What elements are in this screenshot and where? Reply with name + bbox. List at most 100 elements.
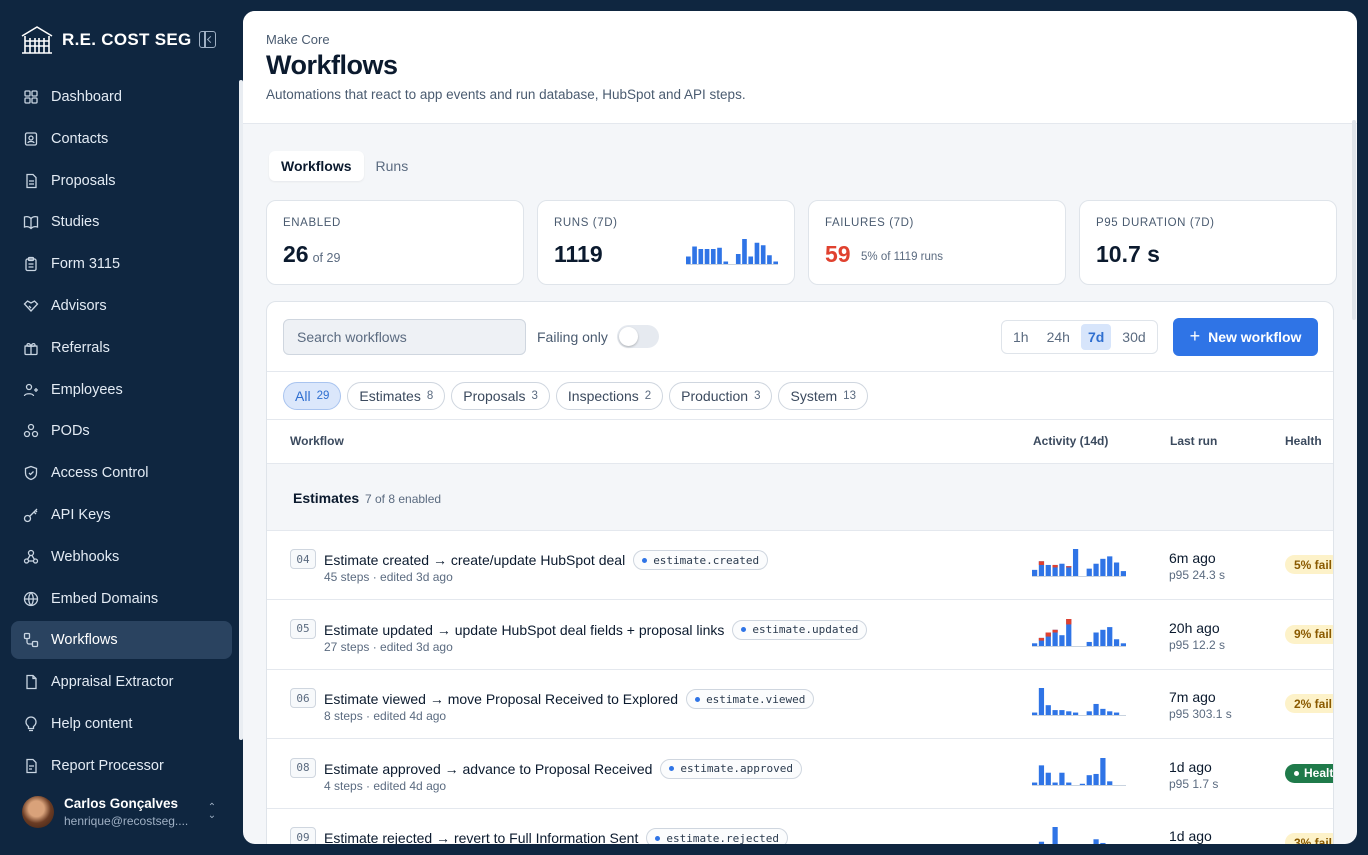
sidebar-item-embed-domains[interactable]: Embed Domains xyxy=(11,580,232,618)
avatar xyxy=(22,796,54,828)
stat-failures: FAILURES (7D) 59 5% of 1119 runs xyxy=(808,200,1066,285)
stats-row: ENABLED 26 of 29 RUNS (7D) 1119 FAILURES … xyxy=(266,200,1337,285)
workflow-number: 09 xyxy=(290,827,316,844)
workflows-card: Search workflows Failing only 1h 24h 7d … xyxy=(266,301,1334,844)
table-row[interactable]: 06 Estimate viewed → move Proposal Receiv… xyxy=(267,670,1333,739)
col-health[interactable]: Health xyxy=(1285,434,1322,448)
user-menu[interactable]: Carlos Gonçalves henrique@recostseg.... … xyxy=(22,796,222,828)
chip-count: 2 xyxy=(644,390,652,402)
sidebar-item-report-processor[interactable]: Report Processor xyxy=(11,747,232,785)
filter-chip-estimates[interactable]: Estimates 8 xyxy=(347,382,446,410)
sidebar-item-help-content[interactable]: Help content xyxy=(11,705,232,743)
runs-spark-bar xyxy=(754,242,760,264)
sidebar-item-dashboard[interactable]: Dashboard xyxy=(11,78,232,116)
table-row[interactable]: 05 Estimate updated → update HubSpot deal… xyxy=(267,601,1333,670)
sidebar-item-employees[interactable]: Employees xyxy=(11,371,232,409)
runs-spark-bar xyxy=(717,247,722,264)
workflow-meta: 27 steps · edited 3d ago xyxy=(324,639,453,654)
range-24h[interactable]: 24h xyxy=(1040,324,1077,350)
chip-count: 29 xyxy=(316,390,330,402)
user-name: Carlos Gonçalves xyxy=(64,796,179,811)
table-row[interactable]: 09 Estimate rejected → revert to Full Inf… xyxy=(267,809,1333,844)
sidebar-item-pods[interactable]: PODs xyxy=(11,412,232,450)
sidebar-item-label: Webhooks xyxy=(51,548,120,565)
sidebar-item-form-3115[interactable]: Form 3115 xyxy=(11,245,232,283)
workflow-title[interactable]: Estimate rejected → revert to Full Infor… xyxy=(324,830,638,844)
new-workflow-label: New workflow xyxy=(1208,329,1302,345)
document-icon xyxy=(26,675,37,690)
sidebar-item-label: Embed Domains xyxy=(51,590,159,607)
chip-count: 13 xyxy=(843,390,856,402)
failing-only-toggle[interactable] xyxy=(617,325,659,348)
sidebar-item-webhooks[interactable]: Webhooks xyxy=(11,538,232,576)
chip-label: All xyxy=(295,388,311,404)
range-1h[interactable]: 1h xyxy=(1006,324,1036,350)
runs-spark-bar xyxy=(698,249,704,264)
activity-bar xyxy=(1107,626,1113,646)
sidebar-item-studies[interactable]: Studies xyxy=(11,203,232,241)
workflow-title[interactable]: Estimate updated → update HubSpot deal f… xyxy=(324,622,724,638)
table-row[interactable]: 08 Estimate approved → advance to Proposa… xyxy=(267,740,1333,809)
event-badge: estimate.updated xyxy=(732,619,868,640)
sidebar-item-advisors[interactable]: Advisors xyxy=(11,287,232,325)
workflow-title[interactable]: Estimate viewed → move Proposal Received… xyxy=(324,691,678,707)
activity-bar xyxy=(1059,563,1065,576)
runs-spark-bar xyxy=(686,256,691,264)
collapse-sidebar-icon[interactable] xyxy=(199,31,216,48)
brand-logo[interactable]: R.E. COST SEG xyxy=(20,24,192,56)
sidebar-item-proposals[interactable]: Proposals xyxy=(11,162,232,200)
book-icon xyxy=(23,216,39,230)
stat-value: 10.7 s xyxy=(1096,241,1160,267)
sidebar-item-appraisal-extractor[interactable]: Appraisal Extractor xyxy=(11,663,232,701)
range-7d[interactable]: 7d xyxy=(1080,324,1112,350)
activity-bar xyxy=(1120,571,1126,576)
activity-bar xyxy=(1086,711,1092,715)
activity-fail-bar xyxy=(1052,629,1058,632)
globe-icon xyxy=(23,591,39,606)
activity-bar xyxy=(1120,642,1126,646)
activity-chart xyxy=(1032,688,1126,716)
search-input[interactable]: Search workflows xyxy=(283,319,526,355)
report-icon xyxy=(26,758,37,773)
activity-bar xyxy=(1079,783,1086,785)
sidebar-item-workflows[interactable]: Workflows xyxy=(11,621,232,660)
page-scrollbar[interactable] xyxy=(1352,120,1356,320)
tab-workflows[interactable]: Workflows xyxy=(269,151,364,181)
table-row[interactable]: 04 Estimate created → create/update HubSp… xyxy=(267,531,1333,600)
workflow-number: 05 xyxy=(290,618,316,639)
filter-chip-system[interactable]: System 13 xyxy=(778,382,868,410)
filter-chip-proposals[interactable]: Proposals 3 xyxy=(451,382,550,410)
runs-spark-bar xyxy=(760,245,766,264)
stat-label: RUNS (7D) xyxy=(554,217,618,229)
col-last-run[interactable]: Last run xyxy=(1170,434,1217,448)
activity-chart xyxy=(1038,827,1106,844)
sidebar-item-referrals[interactable]: Referrals xyxy=(11,329,232,367)
filter-chip-inspections[interactable]: Inspections 2 xyxy=(555,382,664,410)
user-email: henrique@recostseg.... xyxy=(64,814,189,828)
workflow-title[interactable]: Estimate approved → advance to Proposal … xyxy=(324,761,652,777)
sidebar-item-label: Studies xyxy=(51,214,100,231)
runs-spark-bar xyxy=(742,239,747,264)
range-30d[interactable]: 30d xyxy=(1115,324,1152,350)
health-badge: 9% fail xyxy=(1285,624,1333,644)
tab-runs[interactable]: Runs xyxy=(364,151,421,181)
p95-duration: p95 1.7 s xyxy=(1169,776,1219,791)
col-workflow[interactable]: Workflow xyxy=(290,434,344,448)
activity-bar xyxy=(1093,703,1099,715)
runs-spark-bar xyxy=(767,255,772,264)
runs-spark-bar xyxy=(748,256,754,264)
sidebar-item-api-keys[interactable]: API Keys xyxy=(11,496,232,534)
sidebar-item-access-control[interactable]: Access Control xyxy=(11,454,232,492)
col-activity[interactable]: Activity (14d) xyxy=(1033,434,1108,448)
group-header-estimates[interactable]: Estimates 7 of 8 enabled xyxy=(267,463,1333,531)
last-run: 6m ago xyxy=(1169,550,1216,566)
p95-duration: p95 303.1 s xyxy=(1169,707,1232,721)
filter-chip-production[interactable]: Production 3 xyxy=(669,382,773,410)
workflow-title[interactable]: Estimate created → create/update HubSpot… xyxy=(324,552,625,568)
time-range-selector: 1h 24h 7d 30d xyxy=(1001,320,1158,354)
sidebar-item-contacts[interactable]: Contacts xyxy=(11,120,232,158)
new-workflow-button[interactable]: + New workflow xyxy=(1173,318,1318,356)
stat-value: 26 xyxy=(283,241,309,267)
filter-chip-all[interactable]: All 29 xyxy=(283,382,342,410)
activity-bar xyxy=(1072,549,1079,576)
